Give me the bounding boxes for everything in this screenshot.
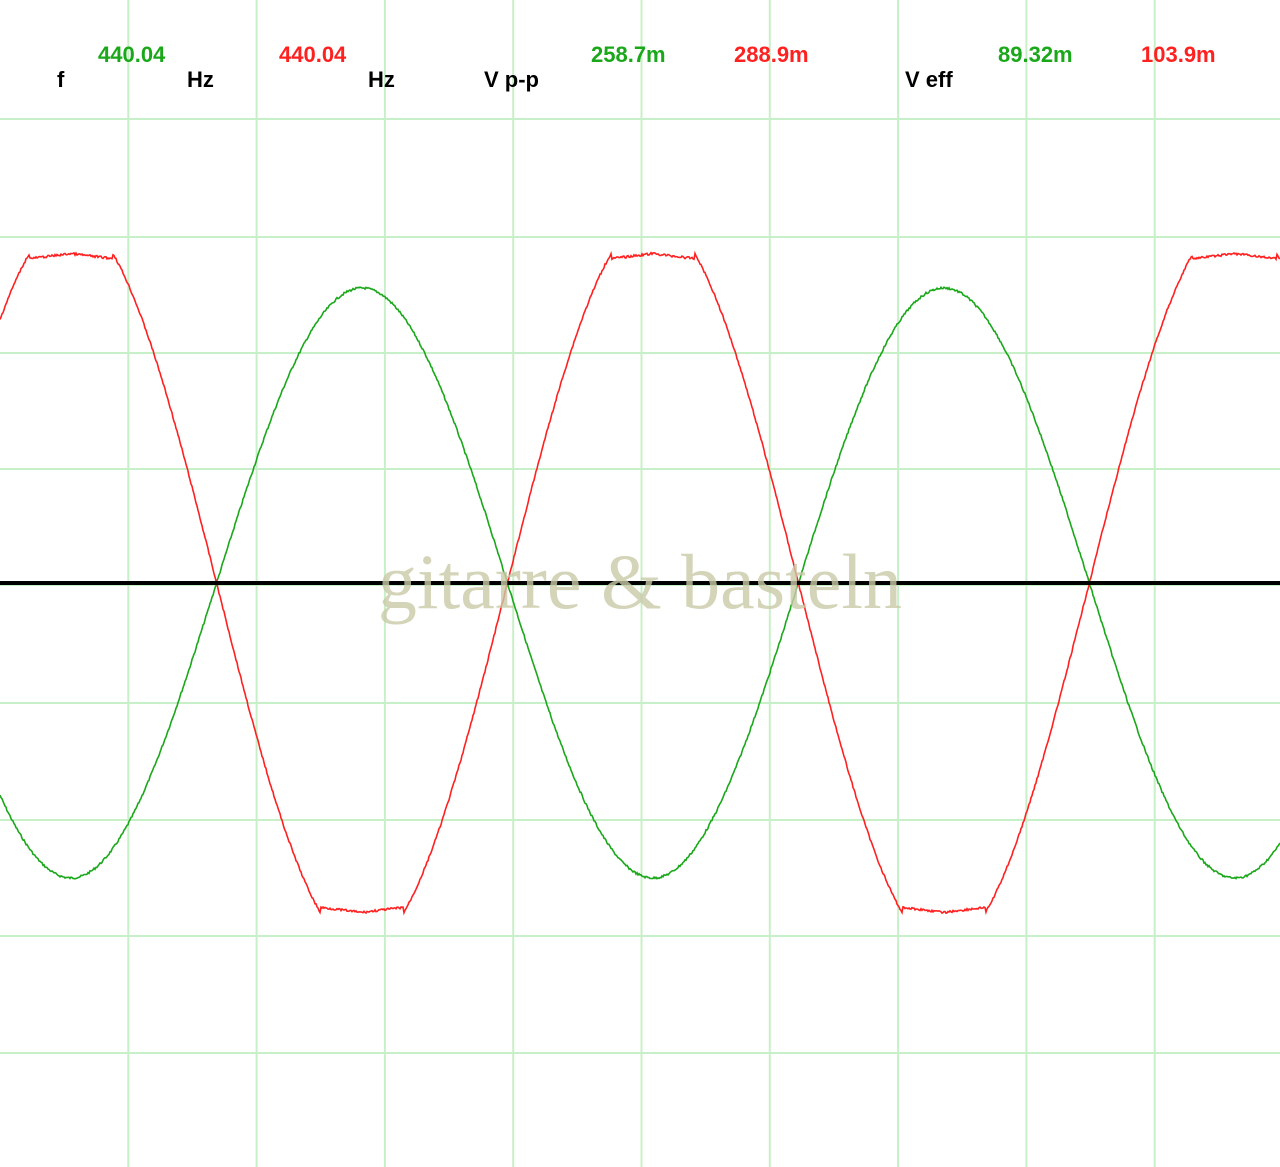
freq-ch1-value: 440.04 xyxy=(98,42,166,67)
oscilloscope-display: gitarre & basteln f 440.04 Hz 440.04 Hz … xyxy=(0,0,1280,1167)
vpp-label: V p-p xyxy=(484,67,539,92)
veff-label: V eff xyxy=(905,67,953,92)
vpp-ch2-value: 288.9m xyxy=(734,42,809,67)
veff-ch2-value: 103.9m xyxy=(1141,42,1216,67)
watermark: gitarre & basteln xyxy=(378,538,902,625)
veff-ch1-value: 89.32m xyxy=(998,42,1073,67)
freq-unit-2: Hz xyxy=(368,67,395,92)
vpp-ch1-value: 258.7m xyxy=(591,42,666,67)
freq-unit-1: Hz xyxy=(187,67,214,92)
freq-label: f xyxy=(57,67,65,92)
freq-ch2-value: 440.04 xyxy=(279,42,347,67)
